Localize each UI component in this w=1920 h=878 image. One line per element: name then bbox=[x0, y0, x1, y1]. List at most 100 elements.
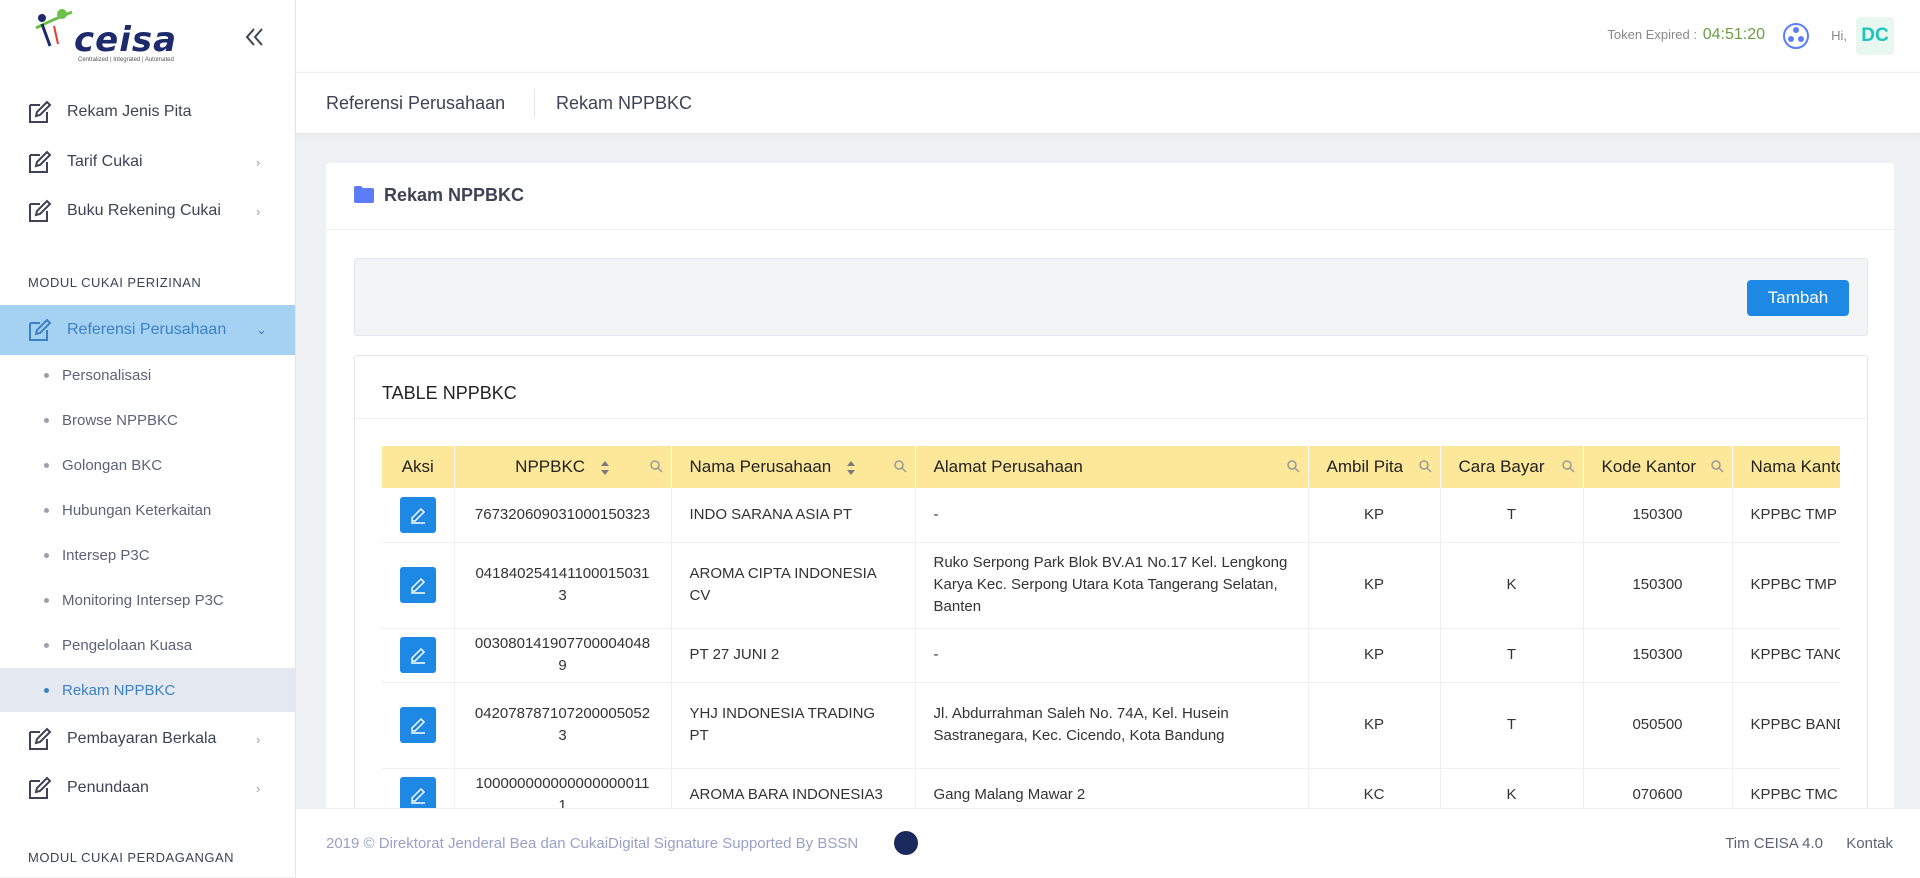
chevron-right-icon: › bbox=[256, 203, 261, 219]
sidebar-item-referensi-perusahaan[interactable]: Referensi Perusahaan ⌄ bbox=[0, 305, 295, 355]
sidebar-subitem-monitoring-intersep-p3c[interactable]: Monitoring Intersep P3C bbox=[0, 578, 295, 622]
sidebar-subitem-golongan-bkc[interactable]: Golongan BKC bbox=[0, 443, 295, 487]
cell-nama-kantor: KPPBC TMC bbox=[1732, 768, 1840, 813]
folder-icon bbox=[354, 186, 374, 203]
cell-kode-kantor: 070600 bbox=[1583, 768, 1733, 813]
table-scroll-container[interactable]: Aksi NPPBKC Nama Perusahaan Alamat Perus… bbox=[382, 446, 1840, 813]
cell-nppbkc: 003080141907700004048 9 bbox=[454, 628, 672, 683]
search-icon[interactable] bbox=[1286, 460, 1300, 473]
sidebar-subitem-personalisasi[interactable]: Personalisasi bbox=[0, 353, 295, 397]
greeting-text: Hi, bbox=[1831, 28, 1847, 43]
cell-nppbkc: 041840254141100015031 3 bbox=[454, 542, 672, 629]
add-button[interactable]: Tambah bbox=[1747, 280, 1849, 316]
cell-aksi bbox=[382, 628, 455, 683]
subitem-label: Intersep P3C bbox=[62, 546, 150, 564]
sort-icon[interactable] bbox=[846, 460, 856, 476]
cell-aksi bbox=[382, 682, 455, 769]
edit-button[interactable] bbox=[400, 567, 436, 603]
cell-cara-bayar: T bbox=[1440, 628, 1584, 683]
cell-cara-bayar: K bbox=[1440, 542, 1584, 629]
cell-nppbkc: 042078787107200005052 3 bbox=[454, 682, 672, 769]
sidebar-item-label: Pembayaran Berkala bbox=[67, 730, 217, 747]
sidebar-item-label: Referensi Perusahaan bbox=[67, 321, 227, 338]
edit-button[interactable] bbox=[400, 707, 436, 743]
cell-alamat: Jl. Abdurrahman Saleh No. 74A, Kel. Huse… bbox=[915, 682, 1309, 769]
logo-figure-icon bbox=[35, 9, 73, 47]
footer-link-kontak[interactable]: Kontak bbox=[1846, 835, 1893, 852]
sidebar-subitem-intersep-p3c[interactable]: Intersep P3C bbox=[0, 533, 295, 577]
search-icon[interactable] bbox=[649, 460, 663, 473]
table-card: TABLE NPPBKC Aksi NPPBKC Nama Perusahaan… bbox=[354, 355, 1868, 813]
sidebar-item-label: Buku Rekening Cukai bbox=[67, 202, 221, 219]
sidebar-item-penundaan[interactable]: Penundaan › bbox=[0, 763, 295, 813]
bssn-logo bbox=[894, 831, 918, 855]
pencil-icon bbox=[411, 787, 426, 804]
cell-nppbkc: 100000000000000000011 1 bbox=[454, 768, 672, 813]
card-header: Rekam NPPBKC bbox=[326, 163, 1894, 230]
column-header-nama-kantor[interactable]: Nama Kantor bbox=[1732, 446, 1840, 488]
column-header-aksi: Aksi bbox=[382, 446, 455, 488]
cell-nama-perusahaan: YHJ INDONESIA TRADING PT bbox=[671, 682, 916, 769]
sidebar-item-rekam-jenis-pita[interactable]: Rekam Jenis Pita bbox=[0, 87, 295, 137]
column-header-nppbkc[interactable]: NPPBKC bbox=[454, 446, 672, 488]
cell-nama-perusahaan: PT 27 JUNI 2 bbox=[671, 628, 916, 683]
logo-text: ceisa bbox=[74, 20, 178, 60]
sort-icon[interactable] bbox=[600, 460, 610, 476]
apps-icon[interactable] bbox=[1782, 22, 1810, 50]
main-card: Rekam NPPBKC Tambah TABLE NPPBKC Aksi NP… bbox=[326, 163, 1894, 813]
sidebar-subitem-rekam-nppbkc[interactable]: Rekam NPPBKC bbox=[0, 668, 295, 712]
pencil-icon bbox=[411, 647, 426, 664]
cell-nama-kantor: KPPBC TMP bbox=[1732, 542, 1840, 629]
column-header-alamat-perusahaan[interactable]: Alamat Perusahaan bbox=[915, 446, 1309, 488]
sidebar-item-tarif-cukai[interactable]: Tarif Cukai › bbox=[0, 137, 295, 187]
search-icon[interactable] bbox=[1561, 460, 1575, 473]
search-icon[interactable] bbox=[1418, 460, 1432, 473]
cell-cara-bayar: K bbox=[1440, 768, 1584, 813]
sidebar-item-buku-rekening-cukai[interactable]: Buku Rekening Cukai › bbox=[0, 186, 295, 236]
breadcrumb-item-referensi-perusahaan[interactable]: Referensi Perusahaan bbox=[326, 93, 505, 114]
sidebar-subitem-browse-nppbkc[interactable]: Browse NPPBKC bbox=[0, 398, 295, 442]
column-header-cara-bayar[interactable]: Cara Bayar bbox=[1440, 446, 1584, 488]
cell-aksi bbox=[382, 768, 455, 813]
subitem-label: Personalisasi bbox=[62, 366, 152, 384]
page-title: Rekam NPPBKC bbox=[384, 185, 525, 205]
column-header-nama-perusahaan[interactable]: Nama Perusahaan bbox=[671, 446, 916, 488]
bullet-icon bbox=[44, 463, 49, 468]
cell-aksi bbox=[382, 542, 455, 629]
chevron-right-icon: › bbox=[256, 731, 261, 747]
edit-button[interactable] bbox=[400, 496, 436, 533]
nppbkc-table: Aksi NPPBKC Nama Perusahaan Alamat Perus… bbox=[382, 446, 1840, 813]
sidebar-subitem-pengelolaan-kuasa[interactable]: Pengelolaan Kuasa bbox=[0, 623, 295, 667]
bullet-icon bbox=[44, 508, 49, 513]
edit-square-icon bbox=[29, 318, 52, 341]
cell-kode-kantor: 050500 bbox=[1583, 682, 1733, 769]
column-header-label: Nama Kantor bbox=[1750, 457, 1841, 476]
search-icon[interactable] bbox=[1710, 460, 1724, 473]
breadcrumb-item-rekam-nppbkc: Rekam NPPBKC bbox=[556, 93, 693, 113]
user-avatar[interactable]: DC bbox=[1856, 17, 1894, 55]
cell-kode-kantor: 150300 bbox=[1583, 488, 1733, 543]
column-header-label: Alamat Perusahaan bbox=[933, 457, 1083, 476]
cell-ambil-pita: KP bbox=[1308, 542, 1441, 629]
cell-ambil-pita: KC bbox=[1308, 768, 1441, 813]
column-header-kode-kantor[interactable]: Kode Kantor bbox=[1583, 446, 1733, 488]
sidebar-subitem-hubungan-keterkaitan[interactable]: Hubungan Keterkaitan bbox=[0, 488, 295, 532]
cell-ambil-pita: KP bbox=[1308, 488, 1441, 543]
column-header-label: Aksi bbox=[401, 457, 434, 476]
collapse-sidebar-icon[interactable] bbox=[242, 24, 268, 50]
subitem-label: Monitoring Intersep P3C bbox=[62, 591, 224, 609]
sidebar-item-pembayaran-berkala[interactable]: Pembayaran Berkala › bbox=[0, 714, 295, 764]
ceisa-logo[interactable]: ceisa Centralized | Integrated | Automat… bbox=[32, 6, 182, 68]
pencil-icon bbox=[411, 507, 426, 524]
section-title-perdagangan: MODUL CUKAI PERDAGANGAN bbox=[28, 850, 235, 865]
search-icon[interactable] bbox=[893, 460, 907, 473]
edit-square-icon bbox=[29, 199, 52, 222]
pencil-icon bbox=[411, 717, 426, 734]
footer-link-tim-ceisa[interactable]: Tim CEISA 4.0 bbox=[1725, 835, 1823, 852]
column-header-ambil-pita[interactable]: Ambil Pita bbox=[1308, 446, 1441, 488]
bullet-icon bbox=[44, 643, 49, 648]
bullet-icon bbox=[44, 553, 49, 558]
footer-copyright: 2019 © Direktorat Jenderal Bea dan Cukai… bbox=[326, 835, 859, 852]
edit-button[interactable] bbox=[400, 637, 436, 673]
cell-kode-kantor: 150300 bbox=[1583, 628, 1733, 683]
